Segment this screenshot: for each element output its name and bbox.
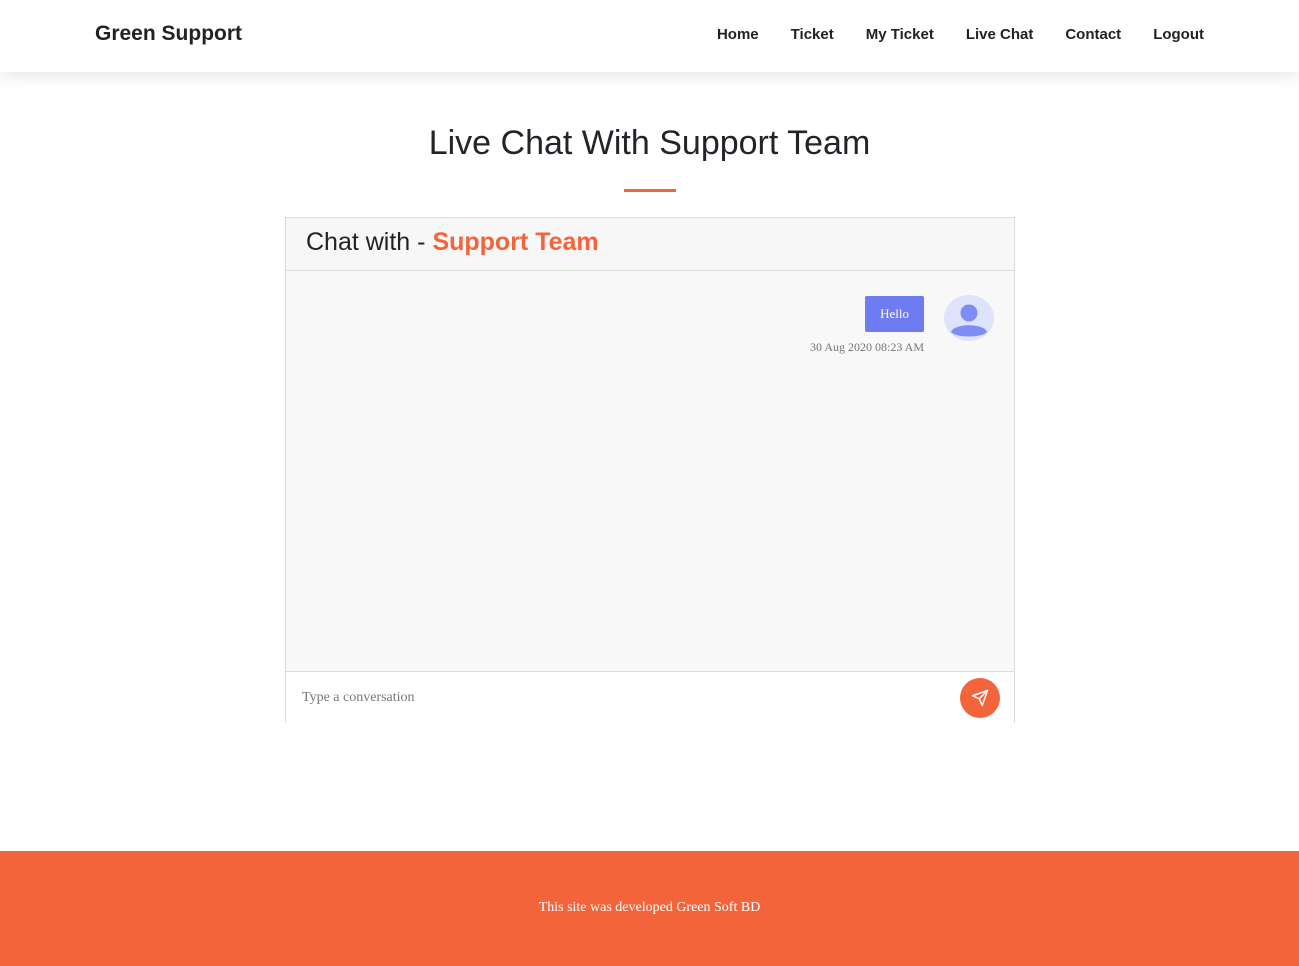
user-avatar-icon [944, 295, 994, 341]
chat-header-title: Chat with - Support Team [306, 228, 599, 257]
chat-composer [286, 671, 1014, 723]
site-footer: This site was developed Green Soft BD [0, 851, 1299, 966]
top-navbar: Green Support Home Ticket My Ticket Live… [0, 0, 1299, 72]
nav-item-ticket[interactable]: Ticket [791, 26, 834, 43]
send-message-button[interactable] [960, 678, 1000, 718]
chat-header: Chat with - Support Team [286, 218, 1014, 271]
footer-credit-text: This site was developed Green Soft BD [538, 900, 761, 915]
nav-item-logout[interactable]: Logout [1153, 26, 1204, 43]
nav-item-contact[interactable]: Contact [1065, 26, 1121, 43]
nav-item-my-ticket[interactable]: My Ticket [866, 26, 934, 43]
chat-header-prefix: Chat with - [306, 228, 426, 256]
main-nav: Home Ticket My Ticket Live Chat Contact … [717, 26, 1204, 43]
nav-item-live-chat[interactable]: Live Chat [966, 26, 1034, 43]
paper-plane-icon [971, 689, 989, 707]
title-underline [624, 189, 676, 192]
brand-logo-link[interactable]: Green Support [95, 22, 242, 46]
page-title: Live Chat With Support Team [428, 124, 871, 162]
chat-message-input[interactable] [300, 682, 944, 714]
message-timestamp: 30 Aug 2020 08:23 AM [809, 340, 924, 354]
chat-partner-name: Support Team [432, 228, 599, 256]
chat-messages-area[interactable]: Hello 30 Aug 2020 08:23 AM [286, 271, 1014, 671]
message-bubble: Hello [865, 296, 924, 332]
nav-item-home[interactable]: Home [717, 26, 759, 43]
chat-panel: Chat with - Support Team Hello 30 Aug 20… [285, 217, 1015, 723]
